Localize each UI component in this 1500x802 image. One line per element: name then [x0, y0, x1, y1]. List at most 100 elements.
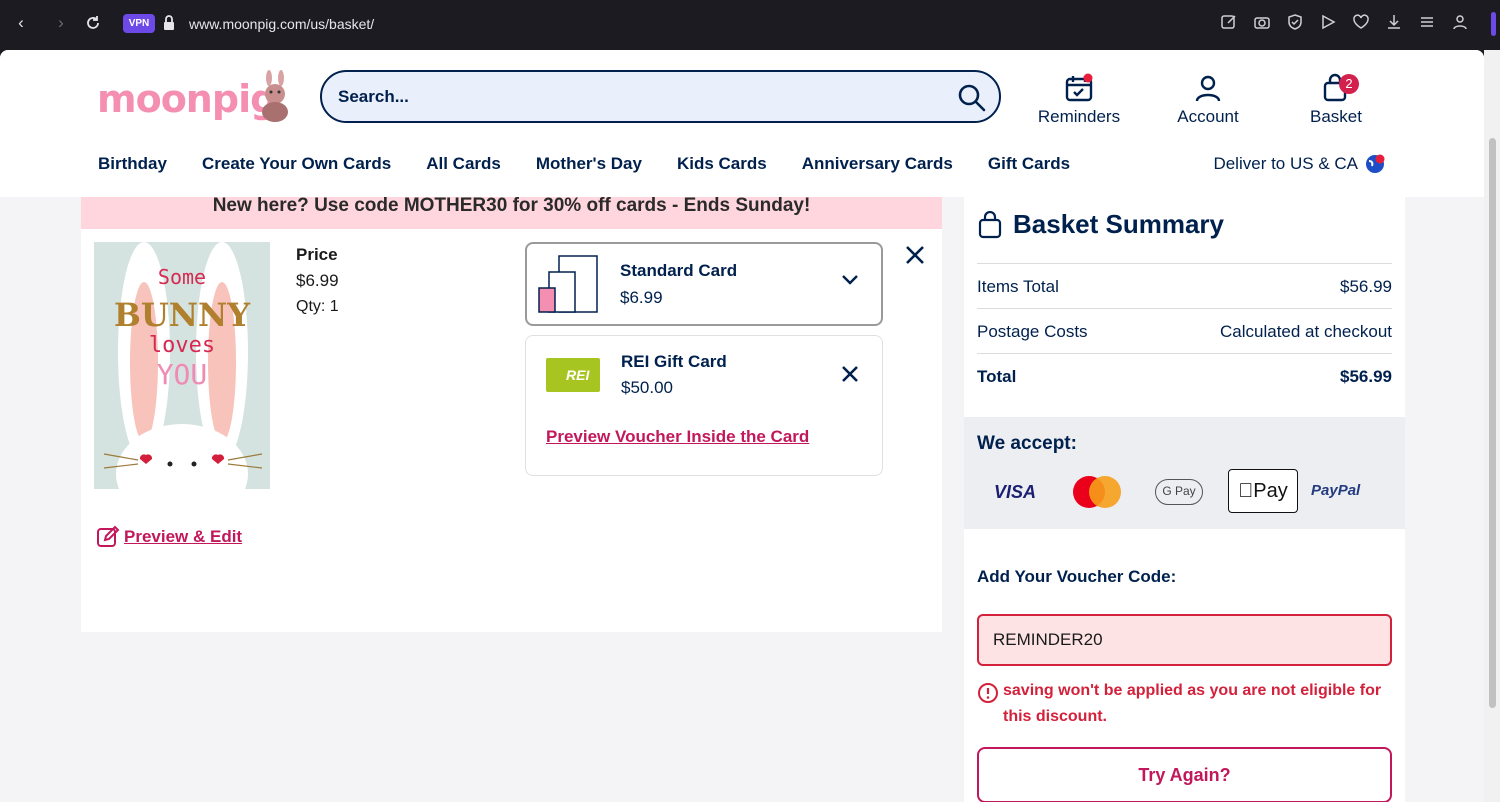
search-icon[interactable] [957, 83, 987, 113]
apple-pay-text: Pay [1245, 480, 1287, 502]
card-thumbnail[interactable]: Some BUNNY loves YOU [94, 242, 270, 489]
browser-toolbar: ‹ › VPN www.moonpig.com/us/basket/ [0, 0, 1500, 48]
sidebar-accent [1491, 12, 1496, 36]
card-text-line-2: BUNNY [114, 296, 251, 334]
download-icon[interactable] [1385, 13, 1404, 33]
reload-icon[interactable] [82, 12, 104, 34]
user-icon [1195, 75, 1221, 102]
promo-text: New here? Use code MOTHER30 for 30% off … [212, 195, 811, 216]
voucher-error: saving won't be applied as you are not e… [977, 678, 1397, 730]
price-label: Price [296, 245, 338, 264]
shield-icon[interactable] [1286, 13, 1305, 33]
page-scrollbar[interactable] [1484, 50, 1500, 802]
price-value: $6.99 [296, 271, 339, 290]
calendar-icon [1065, 73, 1093, 102]
nav-gift-cards[interactable]: Gift Cards [988, 154, 1070, 174]
search-input[interactable] [338, 84, 938, 110]
account-label: Account [1177, 107, 1239, 126]
vpn-badge[interactable]: VPN [123, 14, 155, 33]
edit-icon[interactable] [1220, 13, 1239, 33]
gift-card-title: REI Gift Card [621, 352, 727, 371]
forward-icon[interactable]: › [50, 12, 72, 34]
items-total-row: Items Total $56.99 [977, 263, 1392, 308]
basket-summary-panel: Basket Summary Items Total $56.99 Postag… [964, 197, 1405, 802]
reminders-link[interactable]: Reminders [1036, 73, 1122, 127]
quantity: Qty: 1 [296, 298, 339, 315]
scrollbar-thumb[interactable] [1489, 138, 1496, 708]
search-bar [320, 70, 1001, 123]
voucher-label: Add Your Voucher Code: [977, 567, 1177, 586]
basket-label: Basket [1310, 107, 1362, 126]
account-link[interactable]: Account [1174, 73, 1242, 127]
edit-icon [97, 525, 120, 547]
paypal-logo: PayPal [1311, 482, 1361, 499]
items-total-value: $56.99 [1340, 277, 1392, 296]
menu-icon[interactable] [1418, 13, 1437, 33]
preview-edit-link[interactable]: Preview & Edit [96, 525, 242, 549]
voucher-error-text: saving won't be applied as you are not e… [1003, 682, 1382, 725]
basket-link[interactable]: 2 Basket [1308, 73, 1364, 127]
postage-row: Postage Costs Calculated at checkout [977, 308, 1392, 353]
nav-kids-cards[interactable]: Kids Cards [677, 154, 767, 174]
summary-title-text: Basket Summary [1013, 209, 1224, 239]
bag-icon [978, 210, 1002, 238]
preview-voucher-link[interactable]: Preview Voucher Inside the Card [546, 427, 809, 447]
nav-create-your-own[interactable]: Create Your Own Cards [202, 154, 391, 174]
basket-count-badge: 2 [1339, 74, 1359, 94]
gift-card-price: $50.00 [621, 378, 673, 397]
postage-label: Postage Costs [977, 322, 1088, 341]
card-size-price: $6.99 [620, 288, 663, 307]
card-text-line-4: YOU [157, 358, 208, 391]
payment-methods: We accept: VISA G Pay Pay PayPal [964, 417, 1405, 529]
total-row: Total $56.99 [977, 353, 1392, 398]
try-again-button[interactable]: Try Again? [977, 747, 1392, 802]
heart-icon[interactable] [1352, 13, 1371, 33]
card-size-title: Standard Card [620, 261, 738, 280]
card-size-dropdown[interactable]: Standard Card $6.99 [525, 242, 883, 326]
lock-icon[interactable] [162, 14, 176, 37]
back-icon[interactable]: ‹ [10, 12, 32, 34]
google-pay-logo: G Pay [1155, 479, 1203, 505]
deliver-to-selector[interactable]: Deliver to US & CA [1213, 153, 1386, 175]
nav-anniversary[interactable]: Anniversary Cards [802, 154, 953, 174]
gift-card-item: REI REI Gift Card $50.00 Preview Voucher… [525, 335, 883, 476]
apple-pay-logo: Pay [1228, 469, 1298, 513]
deliver-label: Deliver to US & CA [1213, 154, 1358, 173]
nav-mothers-day[interactable]: Mother's Day [536, 154, 642, 174]
site-header: moonpig Reminders Account 2 Basket Birth… [0, 50, 1484, 197]
items-total-label: Items Total [977, 277, 1059, 296]
postage-value: Calculated at checkout [1220, 322, 1392, 341]
pig-mascot-icon[interactable] [257, 68, 293, 122]
card-size-icon [538, 255, 598, 313]
card-text-line-1: Some [158, 265, 206, 289]
card-text-line-3: loves [149, 333, 215, 358]
total-label: Total [977, 367, 1017, 386]
promo-banner: New here? Use code MOTHER30 for 30% off … [81, 195, 942, 229]
visa-logo: VISA [994, 482, 1037, 502]
play-icon[interactable] [1319, 13, 1338, 33]
mastercard-logo [1073, 476, 1121, 508]
nav-birthday[interactable]: Birthday [98, 154, 167, 174]
main-nav: Birthday Create Your Own Cards All Cards… [98, 154, 1105, 174]
moonpig-logo[interactable]: moonpig [97, 77, 277, 121]
reminders-label: Reminders [1037, 107, 1121, 126]
page: moonpig Reminders Account 2 Basket Birth… [0, 50, 1484, 802]
error-icon [978, 683, 998, 703]
address-bar[interactable]: www.moonpig.com/us/basket/ [189, 14, 374, 34]
nav-all-cards[interactable]: All Cards [426, 154, 501, 174]
remove-item-icon[interactable] [904, 244, 926, 266]
chevron-down-icon [842, 275, 858, 285]
preview-edit-label: Preview & Edit [124, 527, 243, 546]
camera-icon[interactable] [1253, 13, 1272, 33]
globe-icon [1366, 154, 1385, 173]
basket-items-panel: New here? Use code MOTHER30 for 30% off … [81, 195, 942, 632]
profile-icon[interactable] [1451, 13, 1470, 33]
total-value: $56.99 [1340, 367, 1392, 386]
rei-logo-text: REI [566, 367, 590, 383]
rei-gift-card-image: REI [546, 358, 600, 392]
voucher-code-input[interactable] [977, 614, 1392, 666]
we-accept-label: We accept: [977, 433, 1077, 454]
remove-gift-icon[interactable] [840, 364, 860, 384]
summary-title: Basket Summary [977, 209, 1224, 240]
browser-actions [1220, 13, 1470, 33]
